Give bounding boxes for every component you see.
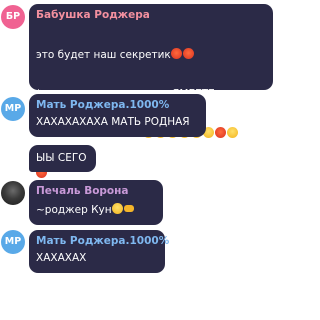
angry-face-icon: [170, 48, 182, 59]
message-line: ~роджер Кун: [36, 204, 112, 216]
chat-history: БР Бабушка Роджера это будет наш секрети…: [0, 0, 276, 320]
avatar-pechal-vorona[interactable]: [1, 181, 25, 205]
sender-name[interactable]: Печаль Ворона: [36, 185, 156, 198]
message-text: ХАХАХАХ: [36, 252, 87, 264]
flushed-face-icon: [111, 203, 123, 214]
pointing-hands-icon: [123, 205, 134, 212]
avatar-mat-rodzhera[interactable]: МР: [1, 97, 25, 121]
message-bubble: Мать Роджера.1000% ХАХАХАХАХА МАТЬ РОДНА…: [29, 94, 206, 137]
message-bubble: Бабушка Роджера это будет наш секретик *…: [29, 4, 273, 180]
sender-name[interactable]: Мать Роджера.1000%: [36, 99, 199, 112]
sender-name[interactable]: Бабушка Роджера: [36, 9, 266, 22]
message-text: ХАХАХАХАХА МАТЬ РОДНАЯ: [36, 116, 190, 128]
avatar-mat-rodzhera[interactable]: МР: [1, 230, 25, 254]
message-bubble: ЫЫ СЕГО: [29, 145, 96, 172]
sender-name[interactable]: Мать Роджера.1000%: [36, 235, 169, 248]
message-line: это будет наш секретик: [36, 49, 171, 61]
smiling-face-icon: [215, 127, 227, 138]
message-text: ЫЫ СЕГО: [36, 152, 87, 164]
message-bubble: Печаль Ворона ~роджер Кун: [29, 180, 163, 225]
message-text: ~роджер Кун: [36, 203, 156, 217]
message-bubble: Мать Роджера.1000% ХАХАХАХ: [29, 230, 169, 273]
smiling-face-icon: [227, 127, 239, 138]
angry-face-icon: [182, 48, 194, 59]
avatar-babushka[interactable]: БР: [1, 5, 25, 29]
